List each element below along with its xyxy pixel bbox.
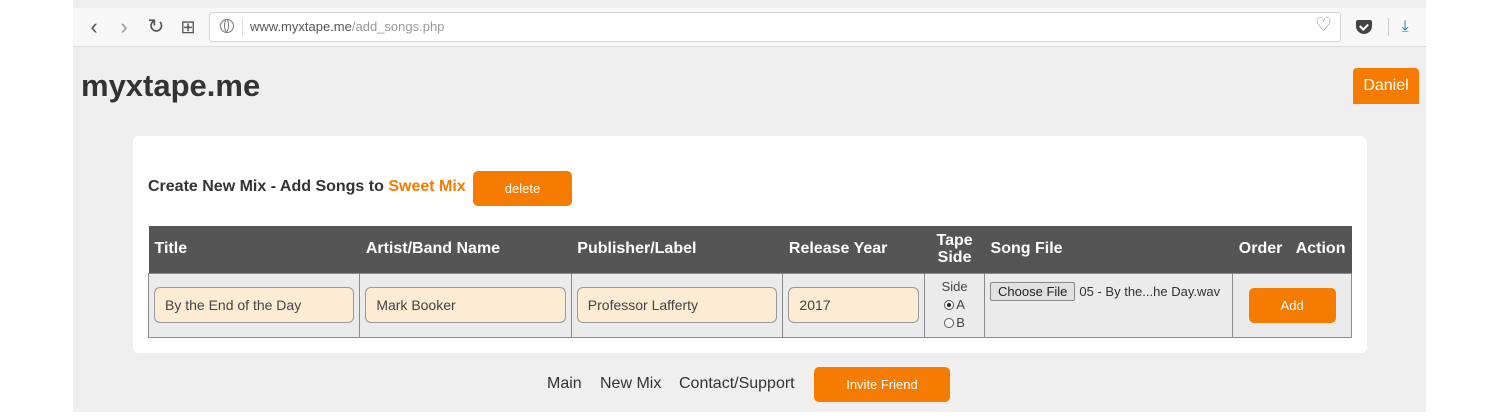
- side-label: Side: [941, 279, 968, 294]
- user-menu-button[interactable]: Daniel: [1353, 68, 1419, 104]
- footer-nav: Main New Mix Contact/Support Invite Frie…: [73, 364, 1426, 404]
- url-text[interactable]: www.myxtape.me/add_songs.php: [250, 19, 444, 34]
- pocket-icon[interactable]: [1353, 16, 1375, 38]
- download-icon[interactable]: ⤓: [1394, 16, 1416, 38]
- column-header-action: Action: [1295, 240, 1346, 258]
- add-songs-panel: Create New Mix - Add Songs to Sweet Mix …: [133, 136, 1367, 353]
- tape-side-line1: Tape: [936, 232, 973, 250]
- toolbar-divider: [1388, 18, 1389, 36]
- column-header-order: Order: [1238, 240, 1283, 258]
- invite-friend-button[interactable]: Invite Friend: [814, 367, 950, 402]
- side-a-option[interactable]: A: [930, 296, 979, 314]
- column-header-song-file: Song File: [984, 226, 1233, 273]
- url-divider: [242, 18, 243, 36]
- action-cell: Add: [1232, 272, 1352, 338]
- add-button[interactable]: Add: [1248, 287, 1336, 323]
- site-logo[interactable]: myxtape.me: [81, 68, 260, 104]
- side-b-label: B: [956, 315, 965, 330]
- delete-button[interactable]: delete: [473, 171, 572, 206]
- choose-file-button[interactable]: Choose File: [990, 281, 1076, 301]
- title-cell: By the End of the Day: [147, 272, 361, 338]
- page-heading: Create New Mix - Add Songs to Sweet Mix: [148, 178, 466, 196]
- table-row: By the End of the Day Mark Booker Profes…: [147, 272, 1352, 338]
- side-a-label: A: [956, 297, 965, 312]
- url-host: www.myxtape.me: [250, 19, 352, 34]
- song-file-cell: Choose File 05 - By the...he Day.wav: [984, 272, 1234, 338]
- column-header-title: Title: [148, 226, 360, 273]
- column-header-tape-side: Tape Side: [924, 226, 985, 273]
- file-name: 05 - By the...he Day.wav: [1079, 283, 1221, 299]
- column-header-publisher: Publisher/Label: [571, 226, 783, 273]
- artist-input[interactable]: Mark Booker: [365, 287, 566, 323]
- url-path: /add_songs.php: [351, 19, 445, 34]
- publisher-input[interactable]: Professor Lafferty: [576, 287, 778, 323]
- footer-link-main[interactable]: Main: [547, 375, 582, 393]
- side-b-radio[interactable]: [944, 318, 955, 328]
- table-header-row: Title Artist/Band Name Publisher/Label R…: [148, 226, 1352, 273]
- globe-icon: [220, 19, 234, 33]
- title-input[interactable]: By the End of the Day: [154, 287, 355, 323]
- address-bar[interactable]: www.myxtape.me/add_songs.php ♡: [209, 12, 1341, 42]
- tape-side-line2: Side: [937, 249, 972, 267]
- back-icon[interactable]: ‹: [81, 14, 107, 40]
- browser-window: ‹ › ↻ ⊞ www.myxtape.me/add_songs.php ♡ ⤓…: [73, 0, 1426, 412]
- mix-name: Sweet Mix: [388, 178, 466, 195]
- side-a-radio[interactable]: [944, 300, 955, 310]
- songs-table: Title Artist/Band Name Publisher/Label R…: [147, 226, 1352, 338]
- year-cell: 2017: [782, 272, 926, 338]
- heading-prefix: Create New Mix - Add Songs to: [148, 178, 389, 195]
- footer-link-new-mix[interactable]: New Mix: [600, 375, 661, 393]
- artist-cell: Mark Booker: [359, 272, 572, 338]
- column-header-year: Release Year: [782, 226, 925, 273]
- reload-icon[interactable]: ↻: [143, 14, 169, 40]
- column-header-order-action: Order Action: [1232, 226, 1352, 273]
- apps-grid-icon[interactable]: ⊞: [175, 14, 201, 40]
- footer-link-contact[interactable]: Contact/Support: [679, 375, 795, 393]
- browser-toolbar: ‹ › ↻ ⊞ www.myxtape.me/add_songs.php ♡ ⤓: [73, 8, 1426, 47]
- column-header-artist: Artist/Band Name: [359, 226, 572, 273]
- tape-side-cell: Side A B: [924, 272, 986, 338]
- side-b-option[interactable]: B: [930, 314, 979, 332]
- publisher-cell: Professor Lafferty: [570, 272, 784, 338]
- bookmark-heart-icon[interactable]: ♡: [1315, 16, 1332, 35]
- year-input[interactable]: 2017: [788, 287, 920, 323]
- forward-icon[interactable]: ›: [111, 14, 137, 40]
